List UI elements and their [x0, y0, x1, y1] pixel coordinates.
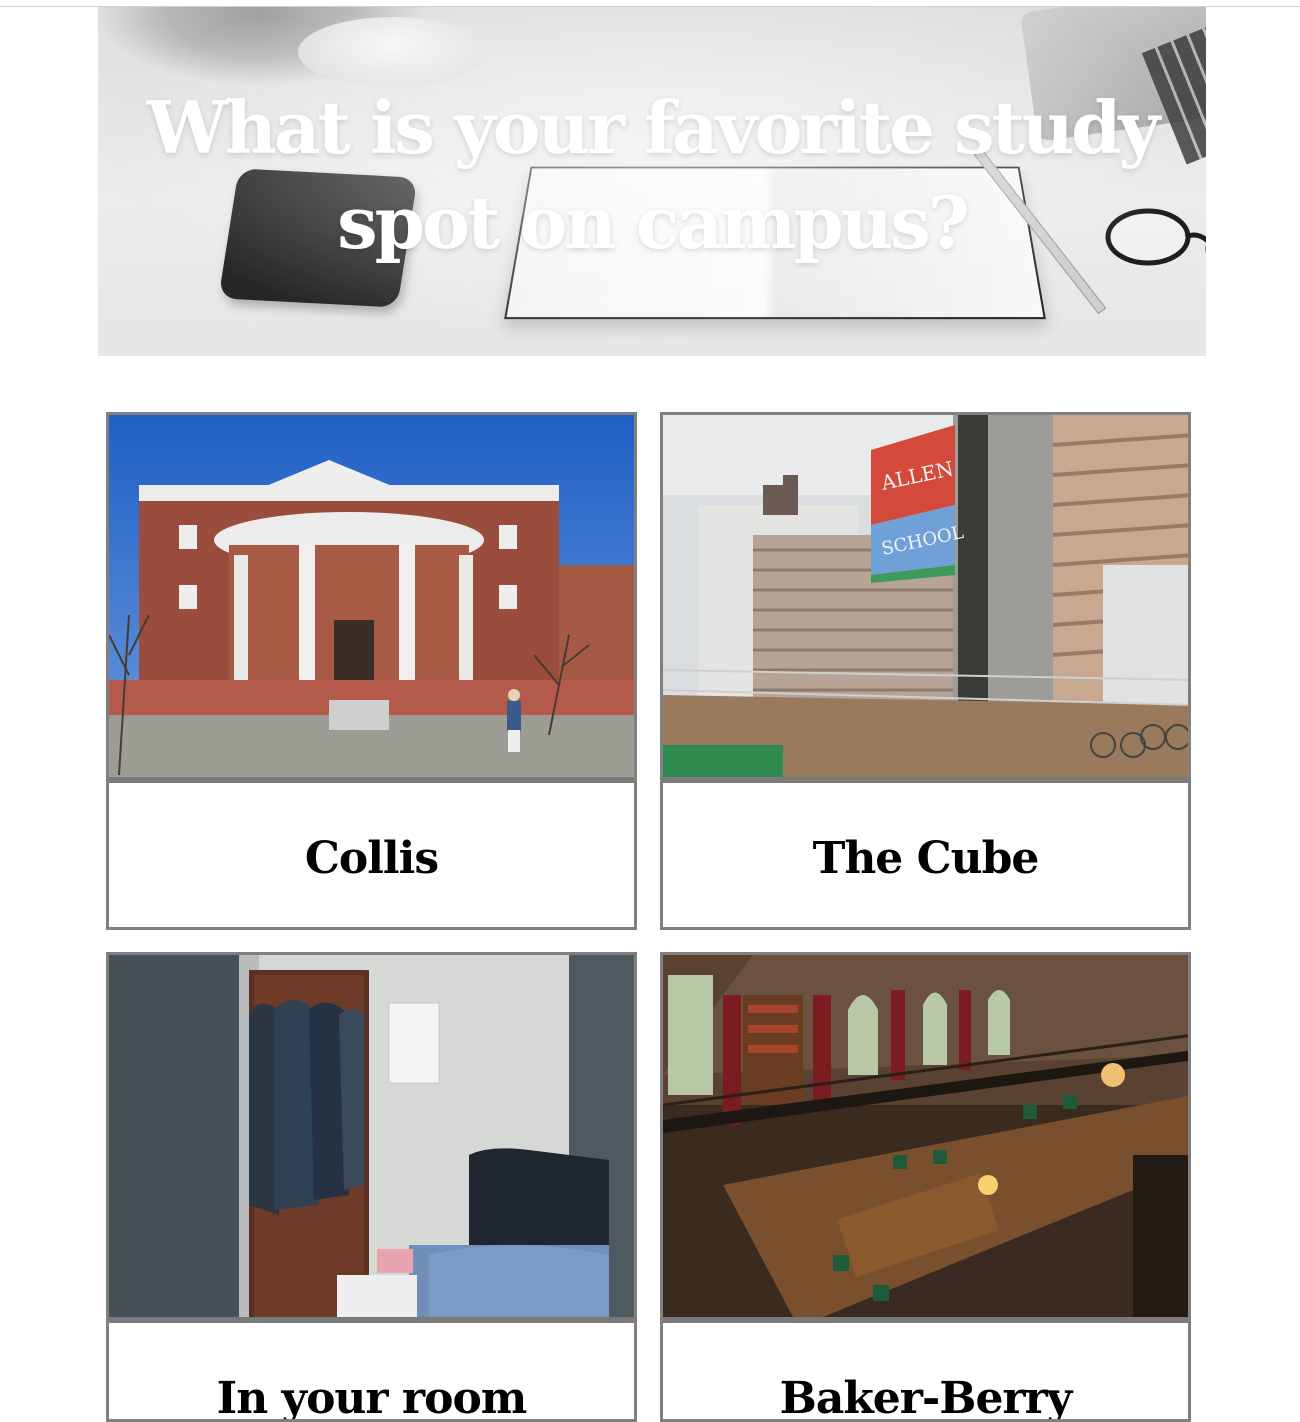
room-photo — [109, 955, 634, 1317]
collis-photo — [109, 415, 634, 777]
study-spot-card-the-cube[interactable]: ALLEN SCHOOL The Cube — [660, 412, 1191, 930]
card-label: In your room — [216, 1373, 528, 1422]
photo-divider — [109, 777, 634, 783]
study-spot-card-baker-berry[interactable]: Baker-Berry — [660, 952, 1191, 1422]
cube-photo: ALLEN SCHOOL — [663, 415, 1188, 777]
study-spot-card-collis[interactable]: Collis — [106, 412, 637, 930]
baker-berry-photo — [663, 955, 1188, 1317]
top-border — [0, 0, 1300, 7]
page-title: What is your favorite study spot on camp… — [146, 85, 1161, 265]
card-label: The Cube — [812, 833, 1040, 884]
card-label: Collis — [304, 833, 439, 884]
photo-divider — [109, 1317, 634, 1323]
photo-divider — [663, 1317, 1188, 1323]
photo-divider — [663, 777, 1188, 783]
study-spot-card-in-your-room[interactable]: In your room — [106, 952, 637, 1422]
card-label: Baker-Berry — [779, 1373, 1073, 1422]
